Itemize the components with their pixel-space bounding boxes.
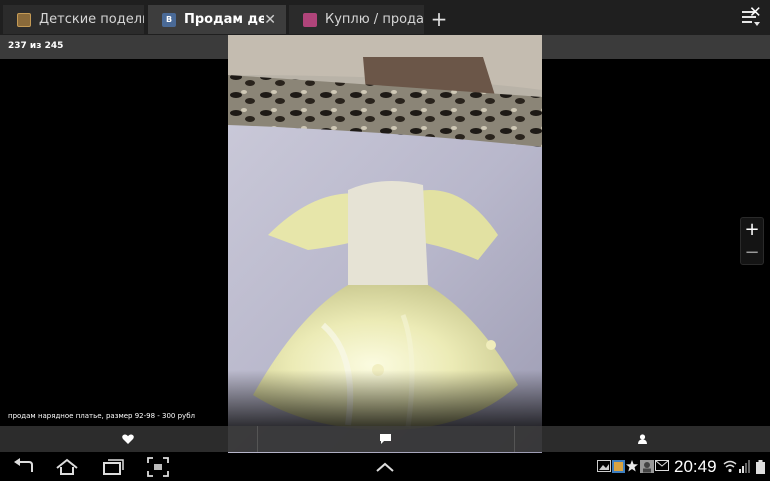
profile-button[interactable]	[514, 426, 770, 452]
comment-icon	[380, 434, 391, 444]
tab-label: Продам де...	[184, 12, 265, 27]
tab-prodam-active[interactable]: В Продам де... ✕	[148, 5, 286, 34]
new-tab-button[interactable]: +	[428, 6, 450, 32]
tab-close-icon[interactable]: ✕	[264, 12, 276, 28]
home-icon[interactable]	[55, 457, 79, 477]
vk-favicon-icon: В	[162, 12, 176, 27]
zoom-in-button[interactable]: +	[741, 219, 763, 241]
zoom-control: + −	[740, 217, 764, 265]
recent-apps-icon[interactable]	[101, 457, 125, 477]
photo-album-favicon-icon	[17, 12, 31, 27]
clock: 20:49	[674, 457, 717, 476]
like-button[interactable]	[0, 426, 256, 452]
tab-detskie-podelki[interactable]: Детские поделки...	[3, 5, 144, 34]
photo-action-bar	[0, 426, 770, 452]
back-icon[interactable]	[12, 457, 36, 477]
photo-counter: 237 из 245	[8, 41, 64, 51]
battery-icon	[756, 460, 765, 474]
tab-label: Куплю / продам ...	[325, 12, 424, 27]
viewer-close-icon[interactable]: ✕	[749, 3, 762, 21]
contact-notification-icon	[640, 460, 654, 473]
browser-tab-strip: Детские поделки... В Продам де... ✕ Купл…	[0, 0, 770, 35]
chevron-up-icon[interactable]	[374, 457, 396, 477]
tab-kuplyu-prodam[interactable]: Куплю / продам ...	[289, 5, 424, 34]
signal-icon	[739, 460, 750, 473]
gallery-notification-icon	[597, 460, 611, 472]
wifi-icon	[723, 460, 737, 473]
user-icon	[638, 434, 647, 444]
photo-caption: продам нарядное платье, размер 92-98 - 3…	[8, 412, 195, 420]
app-notification-icon	[612, 460, 625, 473]
screenshot-icon[interactable]	[147, 457, 169, 477]
heart-icon	[122, 433, 134, 444]
email-icon	[655, 460, 669, 471]
star-icon	[626, 460, 638, 472]
comment-button[interactable]	[257, 426, 513, 452]
pink-favicon-icon	[303, 12, 317, 27]
tab-label: Детские поделки...	[39, 12, 144, 27]
zoom-out-button[interactable]: −	[741, 242, 763, 264]
system-navigation-bar: 20:49	[0, 453, 770, 481]
